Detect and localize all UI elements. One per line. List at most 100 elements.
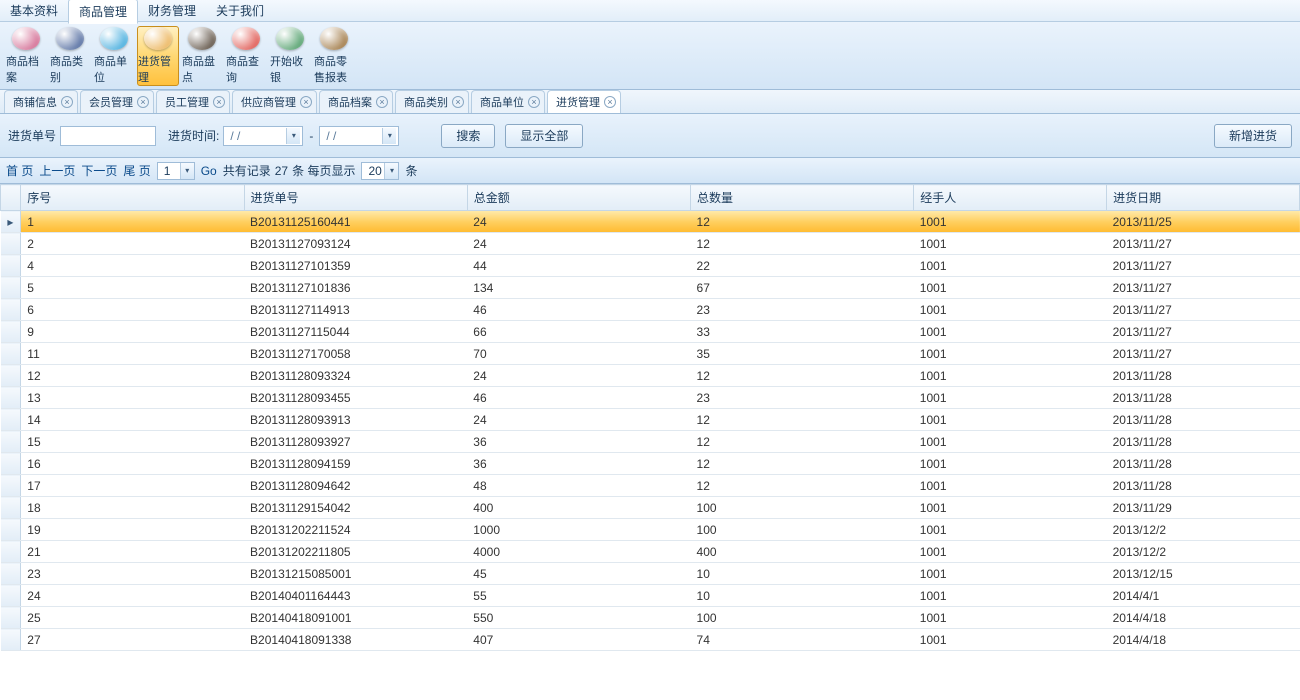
new-purchase-button[interactable]: 新增进货 (1214, 124, 1292, 148)
table-row[interactable]: 16B20131128094159361210012013/11/28 (1, 453, 1300, 475)
top-menu-item[interactable]: 财务管理 (138, 0, 206, 22)
cell-amount: 36 (467, 453, 690, 475)
ribbon-button[interactable]: 开始收银 (269, 26, 311, 86)
close-icon[interactable]: × (137, 96, 149, 108)
document-tab[interactable]: 供应商管理× (232, 90, 317, 113)
close-icon[interactable]: × (300, 96, 312, 108)
column-header[interactable]: 进货单号 (244, 185, 467, 211)
close-icon[interactable]: × (213, 96, 225, 108)
chevron-down-icon[interactable]: ▾ (286, 128, 300, 144)
pager-prev[interactable]: 上一页 (39, 162, 75, 179)
cell-order: B20140401164443 (244, 585, 467, 607)
cell-order: B20131127114913 (244, 299, 467, 321)
close-icon[interactable]: × (376, 96, 388, 108)
table-row[interactable]: 5B201311271018361346710012013/11/27 (1, 277, 1300, 299)
ribbon-button[interactable]: 商品盘点 (181, 26, 223, 86)
table-row[interactable]: 11B20131127170058703510012013/11/27 (1, 343, 1300, 365)
ribbon-icon (100, 27, 128, 50)
table-row[interactable]: 2B20131127093124241210012013/11/27 (1, 233, 1300, 255)
document-tab[interactable]: 进货管理× (547, 90, 621, 113)
table-row[interactable]: 4B20131127101359442210012013/11/27 (1, 255, 1300, 277)
cell-seq: 27 (21, 629, 244, 651)
ribbon-button[interactable]: 商品查询 (225, 26, 267, 86)
chevron-down-icon[interactable]: ▾ (382, 128, 396, 144)
data-grid[interactable]: 序号进货单号总金额总数量经手人进货日期 ▸1B20131125160441241… (0, 184, 1300, 700)
table-row[interactable]: 12B20131128093324241210012013/11/28 (1, 365, 1300, 387)
close-icon[interactable]: × (61, 96, 73, 108)
cell-amount: 550 (467, 607, 690, 629)
cell-seq: 19 (21, 519, 244, 541)
cell-seq: 1 (21, 211, 244, 233)
table-row[interactable]: 27B201404180913384077410012014/4/18 (1, 629, 1300, 651)
cell-qty: 74 (691, 629, 914, 651)
pager-last[interactable]: 尾 页 (123, 162, 150, 179)
chevron-down-icon[interactable]: ▾ (384, 163, 398, 179)
cell-amount: 46 (467, 387, 690, 409)
table-row[interactable]: 25B2014041809100155010010012014/4/18 (1, 607, 1300, 629)
cell-emp: 1001 (914, 453, 1107, 475)
cell-emp: 1001 (914, 431, 1107, 453)
chevron-down-icon[interactable]: ▾ (180, 163, 194, 179)
table-row[interactable]: 18B2013112915404240010010012013/11/29 (1, 497, 1300, 519)
cell-seq: 4 (21, 255, 244, 277)
document-tab[interactable]: 商品档案 × (319, 90, 393, 113)
column-header[interactable]: 总金额 (467, 185, 690, 211)
row-indicator-header[interactable] (1, 185, 21, 211)
table-row[interactable]: 17B20131128094642481210012013/11/28 (1, 475, 1300, 497)
table-row[interactable]: 14B20131128093913241210012013/11/28 (1, 409, 1300, 431)
ribbon-button[interactable]: 商品单位 (93, 26, 135, 86)
cell-emp: 1001 (914, 541, 1107, 563)
pager-next[interactable]: 下一页 (81, 162, 117, 179)
ribbon-icon (144, 27, 172, 50)
column-header[interactable]: 总数量 (691, 185, 914, 211)
ribbon-label: 商品查询 (226, 53, 266, 85)
table-row[interactable]: 24B20140401164443551010012014/4/1 (1, 585, 1300, 607)
close-icon[interactable]: × (452, 96, 464, 108)
pager-go[interactable]: Go (201, 164, 217, 178)
document-tab[interactable]: 商品单位 × (471, 90, 545, 113)
date-to-input[interactable]: / / ▾ (319, 126, 399, 146)
ribbon-button[interactable]: 商品档案 (5, 26, 47, 86)
cell-date: 2013/11/27 (1107, 233, 1300, 255)
cell-date: 2013/12/15 (1107, 563, 1300, 585)
cell-emp: 1001 (914, 365, 1107, 387)
close-icon[interactable]: × (604, 96, 616, 108)
table-row[interactable]: 6B20131127114913462310012013/11/27 (1, 299, 1300, 321)
ribbon-button[interactable]: 进货管理 (137, 26, 179, 86)
pager-first[interactable]: 首 页 (6, 162, 33, 179)
column-header[interactable]: 序号 (21, 185, 244, 211)
search-button[interactable]: 搜索 (441, 124, 495, 148)
table-row[interactable]: ▸1B20131125160441241210012013/11/25 (1, 211, 1300, 233)
page-size-select[interactable]: 20 ▾ (361, 162, 399, 180)
tab-label: 商品档案 (328, 94, 372, 110)
column-header[interactable]: 经手人 (914, 185, 1107, 211)
document-tab[interactable]: 商铺信息× (4, 90, 78, 113)
show-all-button[interactable]: 显示全部 (505, 124, 583, 148)
cell-emp: 1001 (914, 629, 1107, 651)
ribbon-button[interactable]: 商品零售报表 (313, 26, 355, 86)
cell-seq: 21 (21, 541, 244, 563)
table-row[interactable]: 9B20131127115044663310012013/11/27 (1, 321, 1300, 343)
cell-seq: 12 (21, 365, 244, 387)
table-row[interactable]: 15B20131128093927361210012013/11/28 (1, 431, 1300, 453)
top-menu-item[interactable]: 关于我们 (206, 0, 274, 22)
cell-emp: 1001 (914, 343, 1107, 365)
tab-label: 商品单位 (480, 94, 524, 110)
table-row[interactable]: 23B20131215085001451010012013/12/15 (1, 563, 1300, 585)
document-tab[interactable]: 员工管理× (156, 90, 230, 113)
date-from-input[interactable]: / / ▾ (223, 126, 303, 146)
column-header[interactable]: 进货日期 (1107, 185, 1300, 211)
order-number-input[interactable] (60, 126, 156, 146)
document-tab[interactable]: 商品类别× (395, 90, 469, 113)
table-row[interactable]: 19B20131202211524100010010012013/12/2 (1, 519, 1300, 541)
page-select[interactable]: 1 ▾ (157, 162, 195, 180)
cell-order: B20131129154042 (244, 497, 467, 519)
table-row[interactable]: 13B20131128093455462310012013/11/28 (1, 387, 1300, 409)
top-menu-item[interactable]: 商品管理 (68, 0, 138, 24)
document-tab[interactable]: 会员管理× (80, 90, 154, 113)
ribbon-button[interactable]: 商品类别 (49, 26, 91, 86)
table-row[interactable]: 21B20131202211805400040010012013/12/2 (1, 541, 1300, 563)
close-icon[interactable]: × (528, 96, 540, 108)
top-menu-item[interactable]: 基本资料 (0, 0, 68, 22)
cell-amount: 46 (467, 299, 690, 321)
